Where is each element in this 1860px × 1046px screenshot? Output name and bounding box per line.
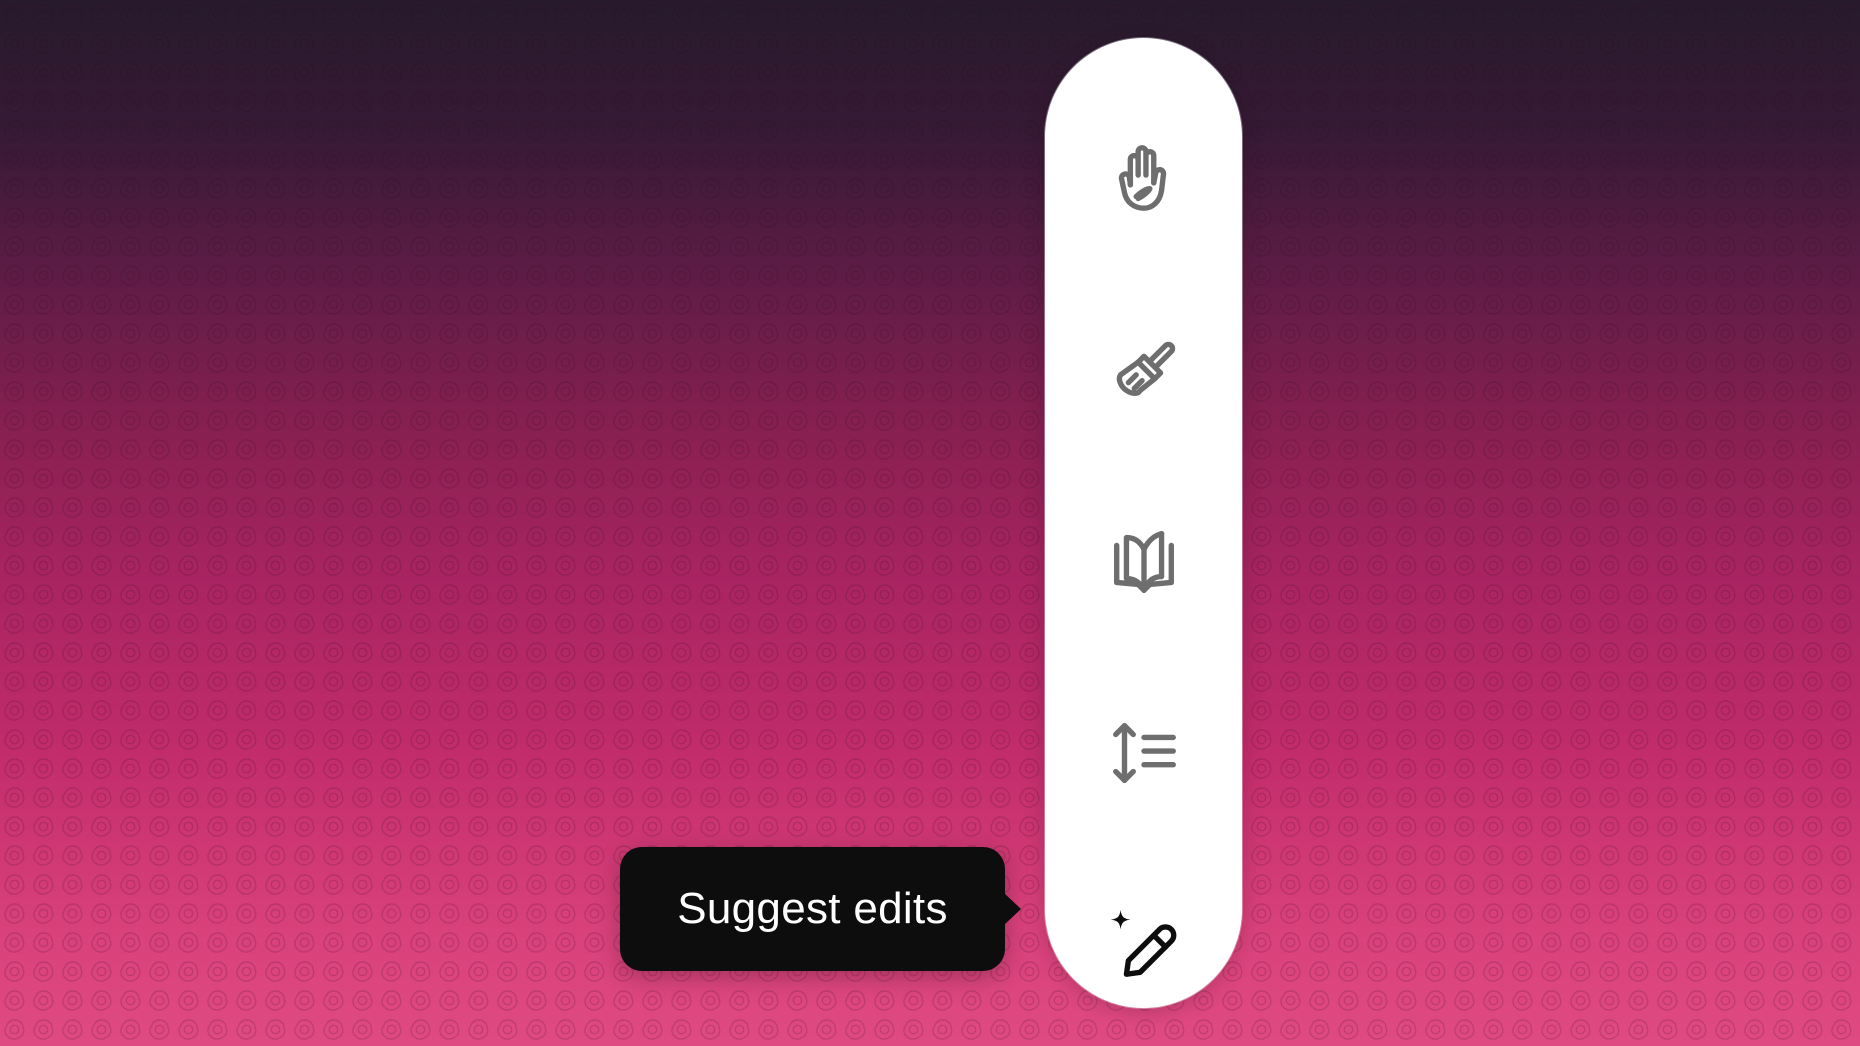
add-final-polish-button[interactable] <box>1096 321 1192 417</box>
writing-tools-toolbar <box>1045 38 1242 1008</box>
reading-level-button[interactable] <box>1096 513 1192 609</box>
paintbrush-icon <box>1116 341 1175 397</box>
open-book-icon <box>1113 531 1174 593</box>
hand-icon <box>1118 145 1166 211</box>
add-emojis-button[interactable] <box>1096 129 1192 225</box>
length-adjust-icon <box>1112 723 1176 783</box>
tooltip: Suggest edits <box>620 847 1021 971</box>
suggest-edits-button[interactable] <box>1096 897 1192 993</box>
tooltip-label: Suggest edits <box>677 884 948 933</box>
tooltip-arrow <box>1004 893 1021 925</box>
adjust-length-button[interactable] <box>1096 705 1192 801</box>
sparkle-pencil-icon <box>1110 909 1176 977</box>
